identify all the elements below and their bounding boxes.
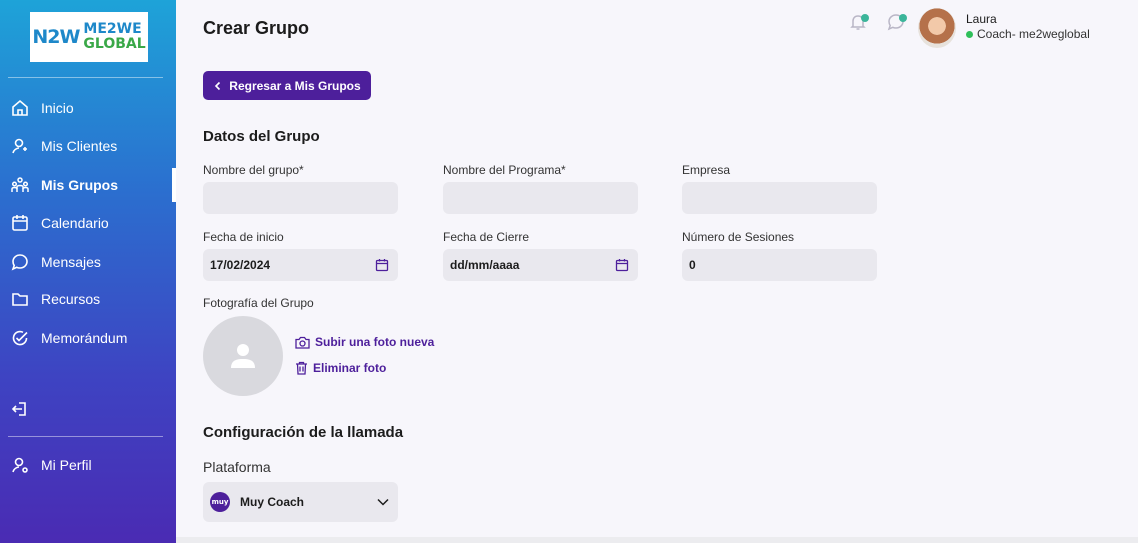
start-date-value: 17/02/2024 [210,258,271,272]
user-role: Coach- me2weglobal [966,27,1090,41]
sidebar-item-mensajes[interactable]: Mensajes [10,251,101,273]
company-label: Empresa [682,163,731,177]
bottom-divider [176,537,1138,543]
chevron-down-icon [377,498,389,506]
sidebar-item-label: Mis Grupos [41,177,119,193]
sidebar-divider [8,436,163,437]
folder-icon [10,289,30,309]
trash-icon [296,361,307,375]
avatar[interactable] [918,8,956,48]
sessions-input[interactable]: 0 [682,249,877,281]
group-photo-placeholder [203,316,283,396]
camera-icon [295,336,310,349]
sidebar-item-mis-grupos[interactable]: Mis Grupos [10,174,118,196]
sidebar-item-label: Mensajes [41,254,101,270]
logo-mark: N2W [32,26,80,48]
home-icon [10,98,30,118]
notification-dot [861,14,869,22]
platform-label: Plataforma [203,459,271,475]
logout-icon[interactable] [10,399,30,419]
user-name: Laura [966,12,997,26]
user-icon [10,136,30,156]
back-button[interactable]: Regresar a Mis Grupos [203,71,371,100]
chat-icon [10,252,30,272]
upload-photo-link[interactable]: Subir una foto nueva [295,335,434,349]
end-date-label: Fecha de Cierre [443,230,530,244]
logo-line1: ME2WE [83,21,142,37]
sessions-value: 0 [689,258,696,272]
sidebar-item-calendario[interactable]: Calendario [10,212,109,234]
sidebar-item-label: Calendario [41,215,109,231]
group-name-input[interactable] [203,182,398,214]
user-settings-icon [10,455,30,475]
muy-coach-logo: muy [210,492,230,512]
end-date-input[interactable]: dd/mm/aaaa [443,249,638,281]
sidebar-item-label: Inicio [41,100,74,116]
delete-photo-link[interactable]: Eliminar foto [295,361,386,375]
company-input[interactable] [682,182,877,214]
program-name-input[interactable] [443,182,638,214]
sidebar-item-mi-perfil[interactable]: Mi Perfil [10,454,92,476]
logo[interactable]: N2W ME2WE GLOBAL [30,12,148,62]
platform-value: Muy Coach [240,495,305,509]
users-group-icon [10,175,30,195]
end-date-value: dd/mm/aaaa [450,258,520,272]
chevron-left-icon [215,81,221,90]
start-date-label: Fecha de inicio [203,230,284,244]
section-title-datos: Datos del Grupo [203,128,320,145]
message-icon[interactable] [886,12,907,37]
sidebar-item-label: Memorándum [41,330,128,346]
sidebar-divider [8,77,163,78]
notification-dot [899,14,907,22]
calendar-icon [10,213,30,233]
start-date-input[interactable]: 17/02/2024 [203,249,398,281]
upload-photo-label: Subir una foto nueva [315,335,435,349]
user-role-text: Coach- me2weglobal [977,27,1090,41]
main-content: Crear Grupo Laura Coach- me2weglobal Reg… [176,0,1138,543]
bell-icon[interactable] [848,12,869,37]
calendar-icon[interactable] [615,258,629,272]
program-name-label: Nombre del Programa* [443,163,566,177]
sidebar-item-memorandum[interactable]: Memorándum [10,327,127,349]
sidebar-item-label: Mi Perfil [41,457,92,473]
group-name-label: Nombre del grupo* [203,163,304,177]
logo-line2: GLOBAL [83,36,146,52]
sidebar: N2W ME2WE GLOBAL Inicio Mis Clientes Mis… [0,0,176,543]
sidebar-item-mis-clientes[interactable]: Mis Clientes [10,135,117,157]
page-title: Crear Grupo [203,18,310,38]
person-placeholder-icon [231,344,255,368]
sidebar-item-inicio[interactable]: Inicio [10,97,74,119]
section-title-llamada: Configuración de la llamada [203,424,404,441]
calendar-icon[interactable] [375,258,389,272]
back-button-label: Regresar a Mis Grupos [229,78,361,93]
sidebar-item-recursos[interactable]: Recursos [10,288,100,310]
platform-select[interactable]: muy Muy Coach [203,482,398,522]
delete-photo-label: Eliminar foto [313,361,387,375]
photo-label: Fotografía del Grupo [203,296,314,310]
sidebar-item-label: Recursos [41,291,101,307]
sessions-label: Número de Sesiones [682,230,795,244]
online-status-dot [966,30,973,38]
sidebar-item-label: Mis Clientes [41,138,118,154]
check-circle-icon [10,328,30,348]
